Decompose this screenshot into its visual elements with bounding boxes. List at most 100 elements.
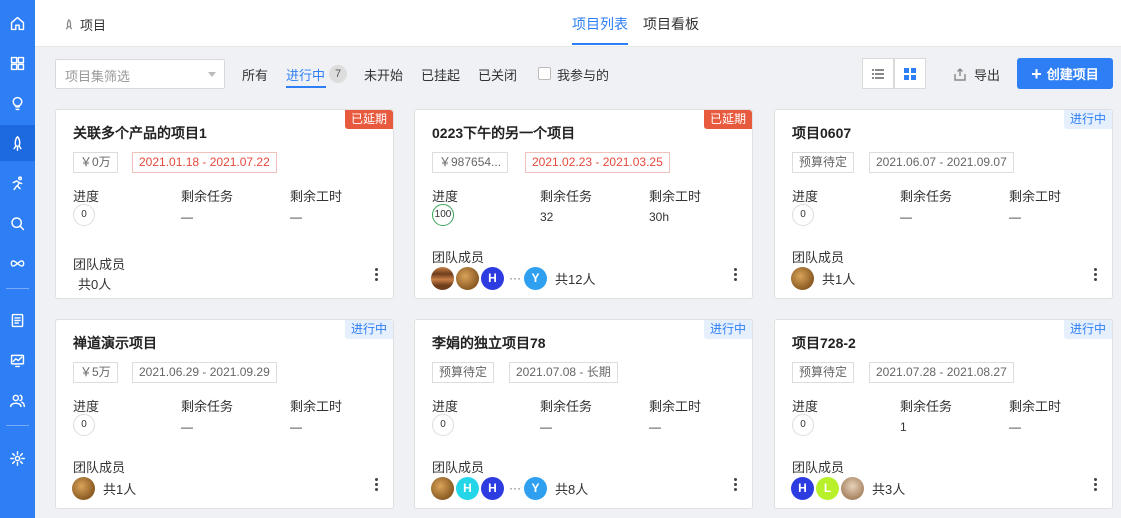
progress-label: 进度: [432, 189, 459, 204]
rocket-icon[interactable]: [0, 125, 35, 161]
project-title[interactable]: 项目0607: [792, 123, 851, 143]
budget-tag: 预算待定: [792, 362, 855, 383]
create-project-button[interactable]: + 创建项目: [1017, 58, 1113, 89]
status-badge: 进行中: [703, 320, 752, 339]
members-total: 共1人: [103, 481, 137, 497]
users-icon[interactable]: [0, 382, 35, 418]
remaining-hours-label: 剩余工时: [1009, 189, 1062, 204]
running-count-badge: 7: [329, 65, 347, 83]
more-options-icon[interactable]: [1094, 478, 1098, 492]
card-view-button[interactable]: [894, 58, 926, 89]
infinity-icon[interactable]: [0, 245, 35, 281]
progress-label: 进度: [73, 189, 100, 204]
member-avatars: 共1人: [791, 266, 855, 290]
gear-icon[interactable]: [0, 440, 35, 476]
list-view-button[interactable]: [862, 58, 894, 89]
progress-ring: 100: [432, 204, 454, 226]
avatar: [431, 266, 454, 290]
date-range-tag: 2021.01.18 - 2021.07.22: [132, 152, 277, 173]
member-avatars: H H ··· Y 共8人: [431, 476, 588, 500]
remaining-hours-label: 剩余工时: [649, 399, 702, 414]
filter-not-started[interactable]: 未开始: [364, 65, 403, 84]
plus-icon: +: [1031, 63, 1042, 84]
search-icon[interactable]: [0, 205, 35, 241]
remaining-hours-label: 剩余工时: [649, 189, 702, 204]
remaining-tasks-label: 剩余任务: [540, 189, 593, 204]
avatar: [841, 476, 864, 500]
filter-running[interactable]: 进行中: [286, 65, 327, 88]
date-range-tag: 2021.02.23 - 2021.03.25: [525, 152, 670, 173]
remaining-hours-value: —: [290, 210, 302, 224]
status-badge: 进行中: [344, 320, 393, 339]
running-icon[interactable]: [0, 165, 35, 201]
members-total: 共3人: [872, 481, 906, 497]
project-title[interactable]: 禅道演示项目: [73, 333, 157, 353]
top-header: 项目 项目列表 项目看板: [35, 0, 1121, 47]
chevron-down-icon: [208, 72, 216, 77]
avatar: L: [816, 476, 839, 500]
progress-label: 进度: [792, 189, 819, 204]
remaining-hours-label: 剩余工时: [290, 189, 343, 204]
members-total: 共1人: [822, 271, 856, 287]
dashboard-grid-icon[interactable]: [0, 45, 35, 81]
project-title[interactable]: 李娟的独立项目78: [432, 333, 546, 353]
document-list-icon[interactable]: [0, 302, 35, 338]
status-badge: 进行中: [1063, 110, 1112, 129]
progress-label: 进度: [432, 399, 459, 414]
export-icon: [954, 67, 966, 81]
breadcrumb[interactable]: 项目: [63, 15, 106, 34]
project-card[interactable]: 项目728-2 进行中 预算待定 2021.07.28 - 2021.08.27…: [774, 319, 1113, 509]
project-title[interactable]: 关联多个产品的项目1: [73, 123, 207, 143]
more-options-icon[interactable]: [734, 268, 738, 282]
members-total: 共0人: [78, 276, 112, 292]
remaining-tasks-label: 剩余任务: [540, 399, 593, 414]
remaining-tasks-value: —: [181, 210, 193, 224]
remaining-tasks-value: —: [181, 420, 193, 434]
mine-checkbox[interactable]: [538, 67, 551, 80]
member-avatars: H L 共3人: [791, 476, 905, 500]
project-card[interactable]: 李娟的独立项目78 进行中 预算待定 2021.07.08 - 长期 进度 剩余…: [414, 319, 753, 509]
budget-tag: ￥5万: [73, 362, 118, 383]
filter-suspended[interactable]: 已挂起: [421, 65, 460, 84]
avatar: Y: [524, 266, 547, 290]
project-card[interactable]: 禅道演示项目 进行中 ￥5万 2021.06.29 - 2021.09.29 进…: [55, 319, 394, 509]
project-title[interactable]: 0223下午的另一个项目: [432, 123, 575, 143]
progress-ring: 0: [73, 414, 95, 436]
progress-label: 进度: [73, 399, 100, 414]
project-card[interactable]: 关联多个产品的项目1 已延期 ￥0万 2021.01.18 - 2021.07.…: [55, 109, 394, 299]
avatar: [431, 476, 454, 500]
tab-project-board[interactable]: 项目看板: [643, 14, 699, 34]
monitor-chart-icon[interactable]: [0, 342, 35, 378]
budget-tag: 预算待定: [792, 152, 855, 173]
project-title[interactable]: 项目728-2: [792, 333, 856, 353]
tab-project-list[interactable]: 项目列表: [572, 14, 628, 45]
progress-ring: 0: [792, 414, 814, 436]
avatar: H: [456, 476, 479, 500]
progress-ring: 0: [73, 204, 95, 226]
status-badge: 进行中: [1063, 320, 1112, 339]
avatar: Y: [524, 476, 547, 500]
remaining-hours-value: —: [290, 420, 302, 434]
remaining-tasks-label: 剩余任务: [900, 189, 953, 204]
sidebar: [0, 0, 35, 518]
more-options-icon[interactable]: [1094, 268, 1098, 282]
filter-closed[interactable]: 已关闭: [478, 65, 517, 84]
mine-label[interactable]: 我参与的: [557, 65, 609, 84]
more-options-icon[interactable]: [375, 268, 379, 282]
more-options-icon[interactable]: [734, 478, 738, 492]
avatar: H: [481, 266, 504, 290]
remaining-tasks-value: —: [540, 420, 552, 434]
filter-all[interactable]: 所有: [242, 65, 268, 84]
list-icon: [872, 68, 884, 79]
project-card[interactable]: 项目0607 进行中 预算待定 2021.06.07 - 2021.09.07 …: [774, 109, 1113, 299]
lightbulb-icon[interactable]: [0, 85, 35, 121]
more-options-icon[interactable]: [375, 478, 379, 492]
status-badge: 已延期: [703, 110, 752, 129]
program-select[interactable]: 项目集筛选: [55, 59, 225, 89]
export-button[interactable]: 导出: [953, 65, 1000, 84]
members-total: 共12人: [555, 271, 596, 287]
avatar: [72, 476, 95, 500]
team-members-label: 团队成员: [792, 460, 845, 475]
home-icon[interactable]: [0, 5, 35, 41]
project-card[interactable]: 0223下午的另一个项目 已延期 ￥987654... 2021.02.23 -…: [414, 109, 753, 299]
